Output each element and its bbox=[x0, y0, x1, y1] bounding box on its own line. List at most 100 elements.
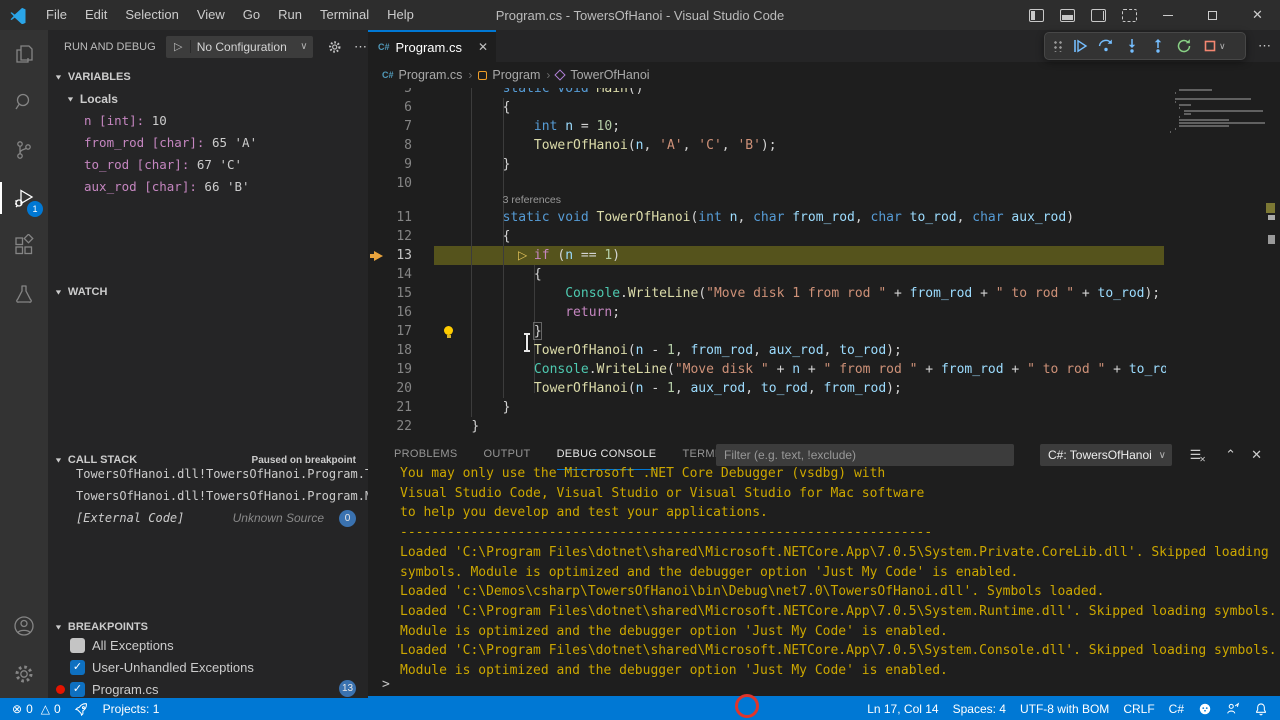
code-line[interactable]: } bbox=[440, 155, 1166, 174]
stop-dropdown-chevron-icon[interactable]: ∨ bbox=[1219, 41, 1226, 52]
settings-gear-icon[interactable] bbox=[0, 650, 48, 698]
sidebar-item-extensions[interactable] bbox=[0, 222, 48, 270]
menu-edit[interactable]: Edit bbox=[76, 0, 116, 30]
problems-indicator[interactable]: ⊗0 △0 bbox=[0, 698, 68, 720]
codelens-references[interactable]: 3 references bbox=[503, 193, 561, 208]
code-line[interactable]: if (n == 1) bbox=[440, 246, 1166, 265]
maximize-button[interactable] bbox=[1190, 0, 1235, 30]
variable-row[interactable]: aux_rod [char]: 66 'B' bbox=[84, 176, 364, 198]
minimize-button[interactable] bbox=[1145, 0, 1190, 30]
code-line[interactable]: { bbox=[440, 227, 1166, 246]
debug-settings-gear-icon[interactable] bbox=[327, 39, 342, 55]
breakpoint-checkbox[interactable]: ✓ bbox=[70, 682, 85, 697]
breakpoint-row[interactable]: ✓User-Unhandled Exceptions bbox=[48, 656, 368, 678]
launch-indicator[interactable] bbox=[68, 698, 96, 720]
encoding[interactable]: UTF-8 with BOM bbox=[1013, 698, 1116, 720]
code-line[interactable]: TowerOfHanoi(n - 1, aux_rod, to_rod, fro… bbox=[440, 379, 1166, 398]
csharp-devkit-indicator[interactable] bbox=[1191, 698, 1219, 720]
step-into-button[interactable] bbox=[1119, 34, 1145, 58]
code-line[interactable]: TowerOfHanoi(n - 1, from_rod, aux_rod, t… bbox=[440, 341, 1166, 360]
minimap[interactable] bbox=[1166, 80, 1256, 200]
breadcrumb-item[interactable]: Program bbox=[478, 68, 540, 82]
code-editor[interactable]: 5678910111213141516171819202122 static v… bbox=[368, 62, 1280, 440]
collapse-all-icon[interactable]: ☰✕ bbox=[1190, 447, 1208, 463]
debug-console-output[interactable]: You may only use the Microsoft .NET Core… bbox=[400, 466, 1274, 676]
menu-help[interactable]: Help bbox=[378, 0, 423, 30]
more-actions-icon[interactable]: ⋯ bbox=[354, 39, 368, 55]
line-number: 7 bbox=[368, 117, 412, 136]
code-line[interactable]: Console.WriteLine("Move disk 1 from rod … bbox=[440, 284, 1166, 303]
code-line[interactable]: Console.WriteLine("Move disk " + n + " f… bbox=[440, 360, 1166, 379]
notifications-indicator[interactable] bbox=[1247, 698, 1280, 720]
variable-row[interactable]: to_rod [char]: 67 'C' bbox=[84, 154, 364, 176]
code-line[interactable]: } bbox=[440, 322, 1166, 341]
breakpoint-row[interactable]: All Exceptions bbox=[48, 634, 368, 656]
language-mode[interactable]: C# bbox=[1162, 698, 1191, 720]
code-line[interactable]: TowerOfHanoi(n, 'A', 'C', 'B'); bbox=[440, 136, 1166, 155]
sidebar-item-source-control[interactable] bbox=[0, 126, 48, 174]
debug-config-dropdown[interactable]: ▷ No Configuration ∨ bbox=[166, 36, 313, 58]
console-filter-input[interactable]: Filter (e.g. text, !exclude) bbox=[716, 444, 1014, 466]
feedback-indicator[interactable] bbox=[1219, 698, 1247, 720]
breakpoint-checkbox[interactable]: ✓ bbox=[70, 660, 85, 675]
toggle-secondary-sidebar-icon[interactable] bbox=[1091, 9, 1106, 22]
tab-program-cs[interactable]: C# Program.cs ✕ bbox=[368, 30, 496, 62]
line-number: 17 bbox=[368, 322, 412, 341]
indentation[interactable]: Spaces: 4 bbox=[946, 698, 1013, 720]
step-out-button[interactable] bbox=[1145, 34, 1171, 58]
close-panel-icon[interactable]: ✕ bbox=[1251, 447, 1262, 463]
search-icon bbox=[12, 90, 36, 114]
menu-terminal[interactable]: Terminal bbox=[311, 0, 378, 30]
toggle-sidebar-icon[interactable] bbox=[1029, 9, 1044, 22]
variable-row[interactable]: from_rod [char]: 65 'A' bbox=[84, 132, 364, 154]
menu-run[interactable]: Run bbox=[269, 0, 311, 30]
code-line[interactable]: static void TowerOfHanoi(int n, char fro… bbox=[440, 208, 1166, 227]
toolbar-drag-handle[interactable] bbox=[1053, 40, 1063, 52]
code-line[interactable] bbox=[440, 174, 1166, 193]
breakpoint-row[interactable]: ✓Program.cs13 bbox=[48, 678, 368, 698]
code-line[interactable]: int n = 10; bbox=[440, 117, 1166, 136]
call-stack-frame[interactable]: TowersOfHanoi.dll!TowersOfHanoi.Program.… bbox=[76, 485, 368, 507]
minimap-line bbox=[1179, 122, 1265, 124]
code-line[interactable]: { bbox=[440, 265, 1166, 284]
variables-section-header[interactable]: ▼ VARIABLES bbox=[48, 66, 368, 88]
start-debug-icon[interactable]: ▷ bbox=[167, 40, 191, 53]
call-stack-frame[interactable]: [External Code]Unknown Source0 bbox=[76, 507, 368, 529]
close-tab-icon[interactable]: ✕ bbox=[478, 40, 488, 54]
breadcrumb-item[interactable]: C#Program.cs bbox=[382, 68, 462, 82]
maximize-panel-icon[interactable]: ⌃ bbox=[1225, 447, 1236, 463]
menu-file[interactable]: File bbox=[37, 0, 76, 30]
customize-layout-icon[interactable] bbox=[1122, 9, 1137, 22]
sidebar-item-run-and-debug[interactable]: 1 bbox=[0, 174, 48, 222]
code-line[interactable]: { bbox=[440, 98, 1166, 117]
sidebar-item-search[interactable] bbox=[0, 78, 48, 126]
restart-button[interactable] bbox=[1171, 34, 1197, 58]
console-line: Loaded 'C:\Program Files\dotnet\shared\M… bbox=[400, 604, 1277, 623]
menu-selection[interactable]: Selection bbox=[116, 0, 187, 30]
eol-sequence[interactable]: CRLF bbox=[1116, 698, 1161, 720]
sidebar-item-explorer[interactable] bbox=[0, 30, 48, 78]
breakpoint-checkbox[interactable] bbox=[70, 638, 85, 653]
close-button[interactable]: ✕ bbox=[1235, 0, 1280, 30]
debug-session-dropdown[interactable]: C#: TowersOfHanoi ∨ bbox=[1040, 444, 1172, 466]
breadcrumb-item[interactable]: TowerOfHanoi bbox=[556, 68, 649, 82]
call-stack-frame[interactable]: TowersOfHanoi.dll!TowersOfHanoi.Program.… bbox=[76, 463, 368, 485]
minimap-line bbox=[1179, 89, 1212, 91]
editor-more-actions-icon[interactable]: ⋯ bbox=[1258, 38, 1272, 54]
sidebar-item-testing[interactable] bbox=[0, 270, 48, 318]
console-prompt[interactable]: > bbox=[382, 677, 390, 692]
menu-go[interactable]: Go bbox=[234, 0, 269, 30]
continue-button[interactable] bbox=[1067, 34, 1093, 58]
code-line[interactable]: return; bbox=[440, 303, 1166, 322]
toggle-panel-icon[interactable] bbox=[1060, 9, 1075, 22]
variable-row[interactable]: n [int]: 10 bbox=[84, 110, 364, 132]
cursor-position[interactable]: Ln 17, Col 14 bbox=[860, 698, 945, 720]
step-over-button[interactable] bbox=[1093, 34, 1119, 58]
locals-scope[interactable]: ▼ Locals bbox=[60, 88, 368, 110]
account-icon[interactable] bbox=[0, 602, 48, 650]
projects-indicator[interactable]: Projects: 1 bbox=[96, 698, 167, 720]
watch-section-header[interactable]: ▼ WATCH bbox=[48, 281, 368, 303]
menu-view[interactable]: View bbox=[188, 0, 234, 30]
code-line[interactable]: } bbox=[440, 417, 1166, 436]
code-line[interactable]: } bbox=[440, 398, 1166, 417]
